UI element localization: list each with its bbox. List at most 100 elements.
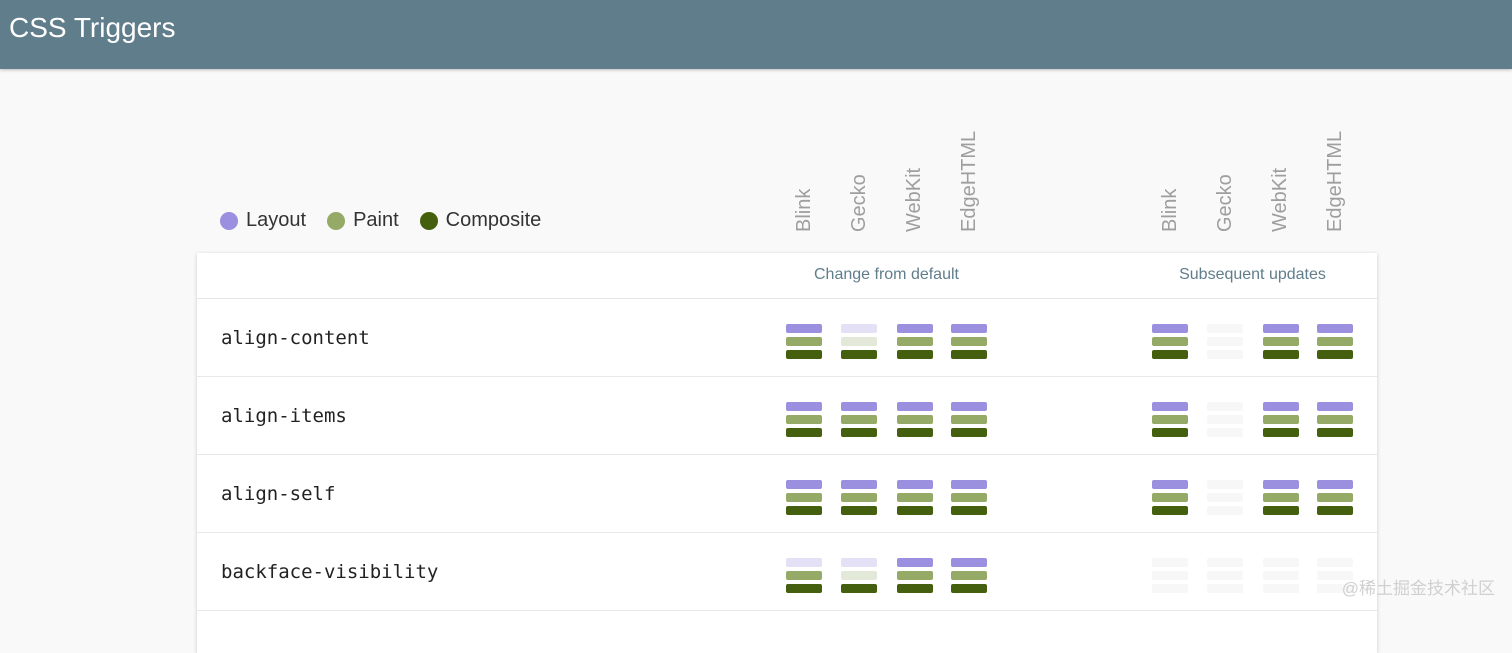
composite-bar <box>951 506 987 515</box>
composite-bar <box>1207 428 1243 437</box>
trigger-cell-subsequent-webkit <box>1263 402 1299 441</box>
property-name[interactable]: align-content <box>221 327 370 349</box>
composite-bar <box>1152 350 1188 359</box>
layout-bar <box>897 558 933 567</box>
group-header-change-from-default: Change from default <box>774 266 999 284</box>
table-row[interactable]: align-content <box>197 299 1377 377</box>
table-row[interactable]: backface-visibility <box>197 533 1377 611</box>
composite-bar <box>1263 584 1299 593</box>
paint-bar <box>951 415 987 424</box>
property-name[interactable]: align-self <box>221 483 335 505</box>
paint-dot-icon <box>327 212 345 230</box>
trigger-cell-change-edgehtml <box>951 324 987 363</box>
trigger-cell-change-webkit <box>897 324 933 363</box>
paint-bar <box>897 337 933 346</box>
layout-bar <box>1317 402 1353 411</box>
paint-bar <box>1152 415 1188 424</box>
paint-bar <box>1317 337 1353 346</box>
composite-bar <box>1207 506 1243 515</box>
trigger-cell-change-gecko <box>841 402 877 441</box>
layout-bar <box>1317 480 1353 489</box>
paint-bar <box>897 415 933 424</box>
engine-label-text: WebKit <box>904 168 924 232</box>
layout-bar <box>951 558 987 567</box>
composite-bar <box>841 350 877 359</box>
composite-bar <box>786 350 822 359</box>
paint-bar <box>1263 337 1299 346</box>
paint-bar <box>897 493 933 502</box>
trigger-cell-subsequent-edgehtml <box>1317 324 1353 363</box>
composite-bar <box>951 428 987 437</box>
trigger-cell-change-gecko <box>841 324 877 363</box>
engine-label-edgehtml: EdgeHTML <box>1308 110 1363 232</box>
property-name[interactable]: backface-visibility <box>221 561 438 583</box>
layout-bar <box>951 480 987 489</box>
trigger-cell-subsequent-gecko <box>1207 402 1243 441</box>
engine-label-text: Gecko <box>849 174 869 232</box>
layout-bar <box>786 324 822 333</box>
engine-labels-subsequent: Blink Gecko WebKit EdgeHTML <box>1143 110 1363 232</box>
composite-bar <box>1152 428 1188 437</box>
trigger-cell-change-gecko <box>841 480 877 519</box>
trigger-cell-subsequent-blink <box>1152 402 1188 441</box>
layout-bar <box>786 480 822 489</box>
layout-bar <box>1317 558 1353 567</box>
table-row[interactable]: align-items <box>197 377 1377 455</box>
paint-bar <box>1152 493 1188 502</box>
trigger-cell-change-webkit <box>897 402 933 441</box>
legend: Layout Paint Composite <box>220 209 562 232</box>
composite-bar <box>897 584 933 593</box>
trigger-cell-change-edgehtml <box>951 558 987 597</box>
trigger-cell-subsequent-gecko <box>1207 324 1243 363</box>
trigger-cell-subsequent-blink <box>1152 324 1188 363</box>
trigger-cell-subsequent-edgehtml <box>1317 402 1353 441</box>
legend-label-layout: Layout <box>246 209 306 232</box>
layout-bar <box>1152 402 1188 411</box>
layout-bar <box>1263 480 1299 489</box>
composite-bar <box>1263 506 1299 515</box>
composite-bar <box>1207 584 1243 593</box>
composite-dot-icon <box>420 212 438 230</box>
trigger-cell-subsequent-blink <box>1152 558 1188 597</box>
layout-bar <box>1207 402 1243 411</box>
layout-bar <box>897 324 933 333</box>
composite-bar <box>1207 350 1243 359</box>
composite-bar <box>897 506 933 515</box>
layout-bar <box>1152 480 1188 489</box>
composite-bar <box>897 428 933 437</box>
trigger-cell-change-blink <box>786 480 822 519</box>
paint-bar <box>786 571 822 580</box>
engine-label-gecko: Gecko <box>1198 110 1253 232</box>
composite-bar <box>897 350 933 359</box>
composite-bar <box>786 584 822 593</box>
paint-bar <box>1207 571 1243 580</box>
table-row[interactable]: align-self <box>197 455 1377 533</box>
engine-label-text: Blink <box>1160 189 1180 232</box>
trigger-cell-subsequent-edgehtml <box>1317 480 1353 519</box>
paint-bar <box>1317 493 1353 502</box>
layout-bar <box>1207 480 1243 489</box>
paint-bar <box>951 337 987 346</box>
paint-bar <box>951 571 987 580</box>
layout-bar <box>1317 324 1353 333</box>
paint-bar <box>897 571 933 580</box>
layout-bar <box>841 480 877 489</box>
paint-bar <box>1263 571 1299 580</box>
engine-label-webkit: WebKit <box>887 110 942 232</box>
composite-bar <box>1152 506 1188 515</box>
app-title: CSS Triggers <box>9 10 176 46</box>
paint-bar <box>1207 415 1243 424</box>
property-name[interactable]: align-items <box>221 405 347 427</box>
composite-bar <box>1152 584 1188 593</box>
layout-bar <box>1207 558 1243 567</box>
trigger-cell-subsequent-gecko <box>1207 480 1243 519</box>
trigger-cell-change-blink <box>786 558 822 597</box>
paint-bar <box>841 493 877 502</box>
composite-bar <box>1317 506 1353 515</box>
layout-bar <box>897 402 933 411</box>
composite-bar <box>841 584 877 593</box>
engine-labels-change: Blink Gecko WebKit EdgeHTML <box>777 110 997 232</box>
paint-bar <box>1152 571 1188 580</box>
trigger-cell-change-edgehtml <box>951 402 987 441</box>
layout-bar <box>1263 558 1299 567</box>
